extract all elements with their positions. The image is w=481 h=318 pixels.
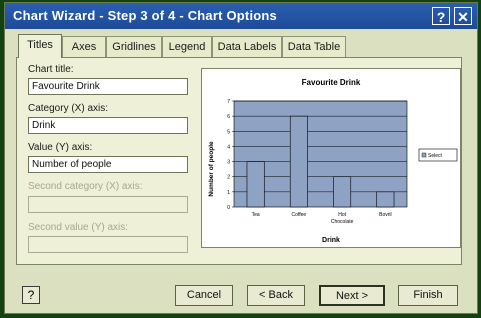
chart-title-label: Chart title: <box>28 64 74 75</box>
second-category-axis-label: Second category (X) axis: <box>28 181 143 192</box>
chart-preview: Favourite Drink Drink Number of people 0… <box>201 68 461 248</box>
x-axis-title: Drink <box>322 237 340 244</box>
y-tick-label: 1 <box>227 190 230 196</box>
x-tick-label: Tea <box>252 212 260 218</box>
tab-data-table[interactable]: Data Table <box>282 36 346 57</box>
window-title: Chart Wizard - Step 3 of 4 - Chart Optio… <box>13 8 277 23</box>
close-icon[interactable]: ✕ <box>454 7 472 25</box>
chart-title-input[interactable]: Favourite Drink <box>28 78 188 95</box>
cancel-button[interactable]: Cancel <box>175 285 233 306</box>
x-tick-label: Bovril <box>379 212 392 218</box>
x-tick-label: Hot <box>338 212 346 218</box>
plot-area: 0 1 2 3 4 5 6 7 Tea Coffee HotChocolate Bovril <box>227 99 408 225</box>
y-tick-label: 4 <box>227 144 230 150</box>
second-value-axis-label: Second value (Y) axis: <box>28 222 129 233</box>
y-tick-label: 5 <box>227 129 230 135</box>
finish-button[interactable]: Finish <box>398 285 458 306</box>
bar <box>246 161 265 208</box>
value-axis-input[interactable]: Number of people <box>28 156 188 173</box>
y-axis-title: Number of people <box>208 141 215 197</box>
tab-gridlines[interactable]: Gridlines <box>106 36 162 57</box>
chart-title: Favourite Drink <box>302 78 361 87</box>
category-axis-input[interactable]: Drink <box>28 117 188 134</box>
help-button[interactable]: ? <box>22 286 40 304</box>
x-tick-label: Coffee <box>292 212 307 218</box>
tab-data-labels[interactable]: Data Labels <box>212 36 282 57</box>
second-category-axis-input <box>28 196 188 213</box>
legend-label: Select <box>428 153 443 159</box>
x-tick-label: Chocolate <box>331 219 354 225</box>
category-axis-label: Category (X) axis: <box>28 103 109 114</box>
y-tick-label: 6 <box>227 114 230 120</box>
tab-axes[interactable]: Axes <box>62 36 106 57</box>
bar <box>289 115 308 208</box>
y-tick-label: 7 <box>227 99 230 105</box>
y-tick-label: 0 <box>227 205 230 211</box>
y-tick-label: 3 <box>227 160 230 166</box>
legend-swatch <box>421 152 427 158</box>
next-button[interactable]: Next > <box>319 285 385 306</box>
bar <box>333 176 352 208</box>
help-title-button[interactable]: ? <box>432 7 450 25</box>
bar <box>376 191 395 208</box>
tab-titles[interactable]: Titles <box>18 34 62 58</box>
second-value-axis-input <box>28 236 188 253</box>
chart-svg: Favourite Drink Drink Number of people 0… <box>208 78 458 244</box>
value-axis-label: Value (Y) axis: <box>28 142 93 153</box>
legend: Select <box>418 148 458 162</box>
back-button[interactable]: < Back <box>247 285 305 306</box>
title-bar: Chart Wizard - Step 3 of 4 - Chart Optio… <box>5 3 477 29</box>
y-tick-label: 2 <box>227 175 230 181</box>
tab-legend[interactable]: Legend <box>162 36 212 57</box>
